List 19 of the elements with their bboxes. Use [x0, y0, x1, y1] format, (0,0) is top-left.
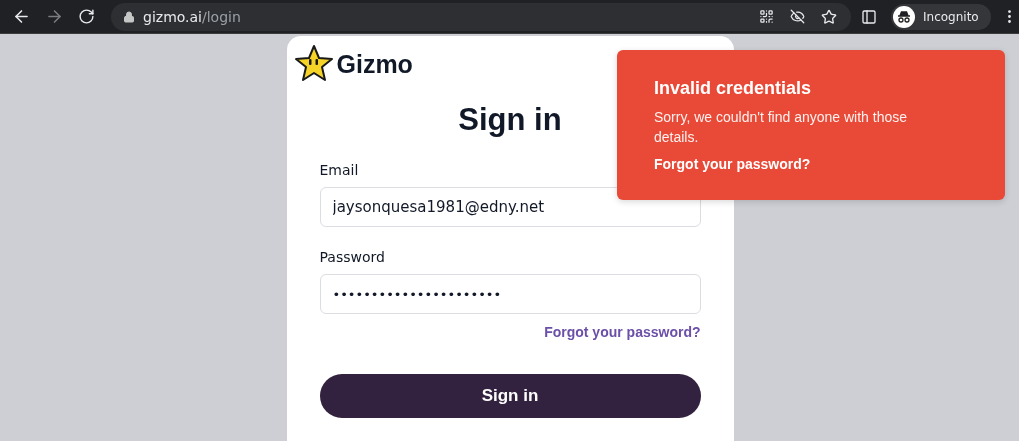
- incognito-icon: [893, 5, 915, 28]
- sign-in-button[interactable]: Sign in: [319, 374, 701, 418]
- star-logo-icon: [293, 44, 334, 84]
- input-field[interactable]: ••••••••••••••••••••••: [319, 274, 701, 314]
- toast-title: Invalid credentials: [654, 78, 813, 99]
- reload-icon: [78, 8, 95, 25]
- forgot-password-link[interactable]: Forgot your password?: [654, 156, 811, 172]
- input-field[interactable]: jaysonquesa1981@edny.net: [319, 187, 701, 227]
- toast-message: Sorry, we couldn't find anyone with those details.: [654, 108, 908, 147]
- url-text: gizmo.ai/login: [143, 8, 242, 25]
- address-bar[interactable]: gizmo.ai/login: [111, 2, 851, 31]
- field-label: Email: [319, 162, 359, 178]
- forward-arrow-icon: [45, 7, 64, 26]
- profile-button[interactable]: Incognito: [891, 3, 991, 30]
- field-label: Password: [319, 249, 385, 265]
- lock-icon: [123, 10, 135, 23]
- logo-text: Gizmo: [336, 49, 413, 79]
- forgot-password-link[interactable]: Forgot your password?: [544, 324, 701, 340]
- page-title: Sign in: [458, 102, 562, 138]
